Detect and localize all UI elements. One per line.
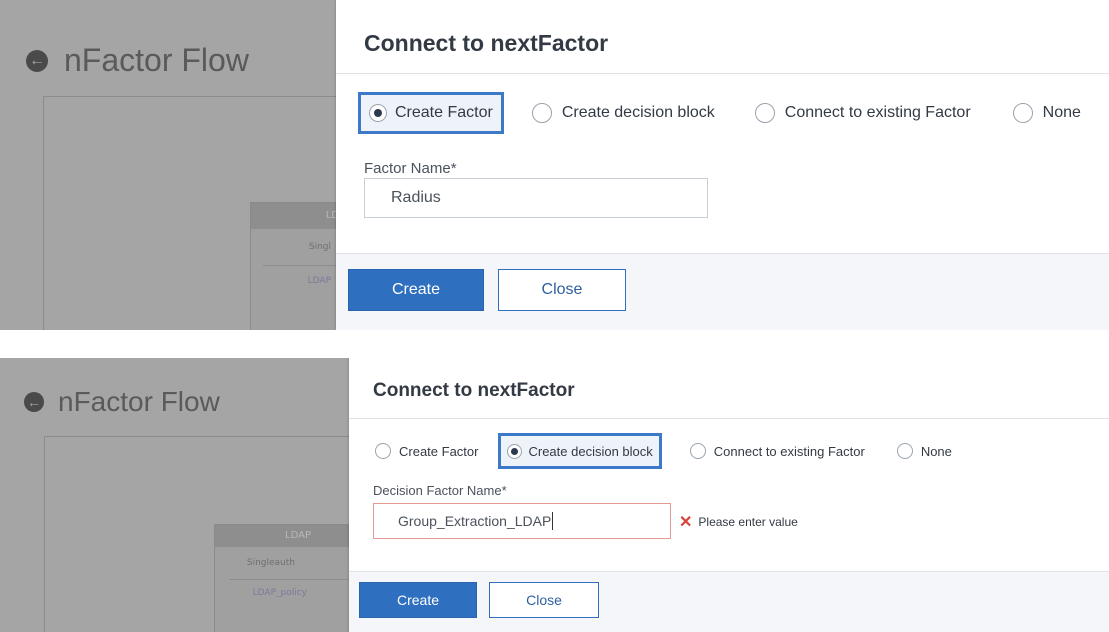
radio-create-factor[interactable]: Create Factor <box>358 92 504 134</box>
text-caret <box>552 512 554 530</box>
dialog-title: Connect to nextFactor <box>373 380 575 401</box>
radio-group: Create Factor Create decision block Conn… <box>375 433 952 469</box>
back-arrow-icon: ← <box>24 392 44 412</box>
background-page-title: ← nFactor Flow <box>26 42 249 79</box>
dialog-header: Connect to nextFactor <box>336 0 1109 74</box>
dialog-title: Connect to nextFactor <box>364 30 609 56</box>
dialog-body: Create Factor Create decision block Conn… <box>336 74 1109 254</box>
decision-factor-name-value: Group_Extraction_LDAP <box>398 513 552 529</box>
radio-unchecked-icon <box>896 443 913 459</box>
background-factor-node: LDAP Singleauth LDAP_policy <box>214 524 356 632</box>
background-overlay: ← nFactor Flow LD Singl LDAP <box>0 0 352 330</box>
radio-unchecked-icon <box>1012 103 1033 123</box>
validation-error: ✕ Please enter value <box>679 512 798 532</box>
background-page-title: ← nFactor Flow <box>24 386 220 418</box>
radio-create-decision-block[interactable]: Create decision block <box>498 433 662 469</box>
radio-label: None <box>920 443 952 459</box>
create-button[interactable]: Create <box>359 582 477 618</box>
radio-label: Connect to existing Factor <box>784 104 971 121</box>
radio-unchecked-icon <box>689 443 706 459</box>
connect-dialog-top: Connect to nextFactor Create Factor Crea… <box>336 0 1109 330</box>
decision-factor-name-label: Decision Factor Name* <box>373 483 507 498</box>
radio-unchecked-icon <box>754 103 775 123</box>
back-arrow-icon: ← <box>26 49 48 72</box>
factor-name-value: Radius <box>391 189 441 206</box>
factor-name-label: Factor Name* <box>364 160 457 177</box>
background-title-text: nFactor Flow <box>64 42 249 78</box>
node-header: LDAP <box>215 525 355 547</box>
radio-create-decision-block[interactable]: Create decision block <box>531 95 715 131</box>
radio-none[interactable]: None <box>1012 95 1081 131</box>
radio-connect-existing-factor[interactable]: Connect to existing Factor <box>754 95 971 131</box>
top-panel: ← nFactor Flow LD Singl LDAP Connect to … <box>0 0 1109 330</box>
close-button[interactable]: Close <box>498 269 626 311</box>
dialog-footer: Create Close <box>336 253 1109 330</box>
radio-label: Create Factor <box>395 104 493 121</box>
error-x-icon: ✕ <box>679 514 693 531</box>
error-message-text: Please enter value <box>698 515 798 529</box>
radio-checked-icon <box>369 104 387 122</box>
radio-label: Create decision block <box>561 104 715 121</box>
connect-dialog-bottom: Connect to nextFactor Create Factor Crea… <box>349 358 1109 632</box>
dialog-header: Connect to nextFactor <box>349 358 1109 419</box>
radio-label: Create Factor <box>399 443 479 459</box>
radio-none[interactable]: None <box>896 435 952 467</box>
radio-group: Create Factor Create decision block Conn… <box>358 92 1081 134</box>
radio-connect-existing-factor[interactable]: Connect to existing Factor <box>689 435 865 467</box>
node-link: LDAP_policy <box>252 588 307 598</box>
node-cell: Singleauth <box>229 547 355 580</box>
background-title-text: nFactor Flow <box>58 386 220 417</box>
radio-create-factor[interactable]: Create Factor <box>375 435 478 467</box>
close-button[interactable]: Close <box>489 582 599 618</box>
radio-unchecked-icon <box>375 443 391 459</box>
background-overlay: ← nFactor Flow LDAP Singleauth LDAP_poli… <box>0 358 356 632</box>
radio-label: Create decision block <box>528 443 653 459</box>
bottom-panel: ← nFactor Flow LDAP Singleauth LDAP_poli… <box>0 358 1109 632</box>
decision-factor-name-input[interactable]: Group_Extraction_LDAP <box>373 503 671 539</box>
radio-label: Connect to existing Factor <box>713 443 865 459</box>
dialog-footer: Create Close <box>349 571 1109 632</box>
radio-checked-icon <box>507 443 523 459</box>
radio-label: None <box>1042 104 1081 121</box>
dialog-body: Create Factor Create decision block Conn… <box>349 419 1109 571</box>
radio-unchecked-icon <box>531 103 552 123</box>
factor-name-input[interactable]: Radius <box>364 178 708 218</box>
create-button[interactable]: Create <box>348 269 484 311</box>
